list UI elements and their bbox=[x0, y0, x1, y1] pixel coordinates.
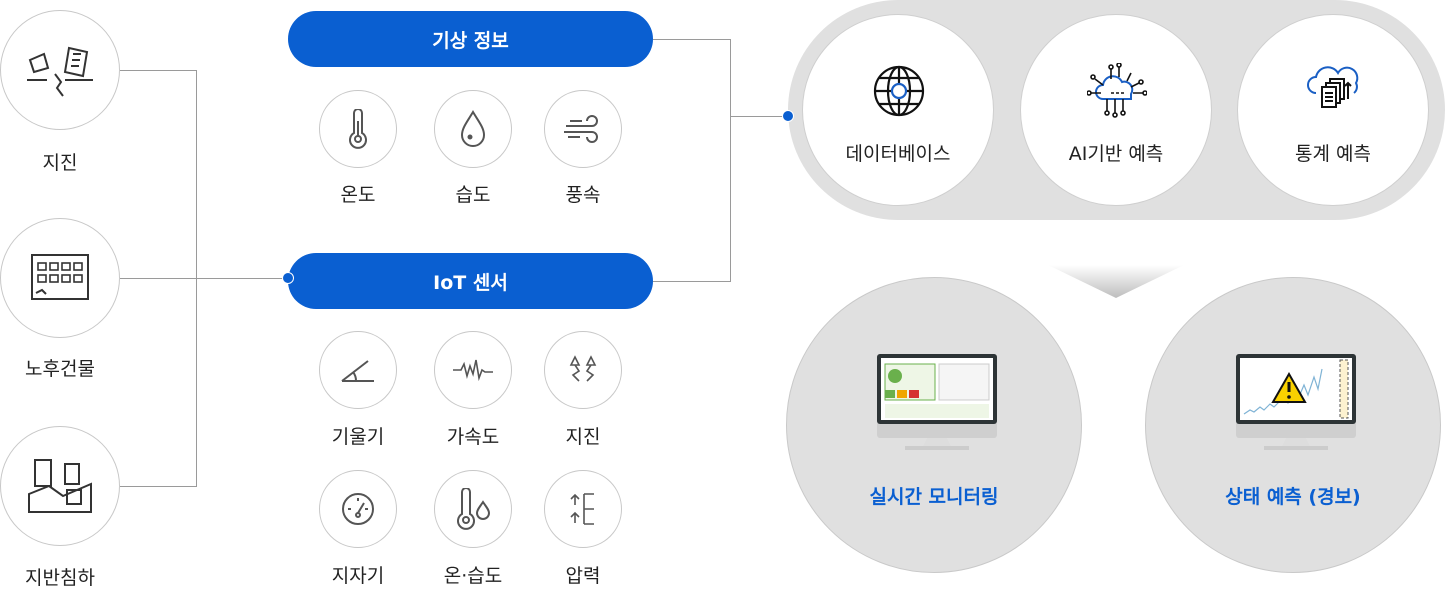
weather-item bbox=[319, 90, 397, 168]
globe-database-icon bbox=[873, 65, 925, 117]
weather-label: 풍속 bbox=[565, 184, 601, 206]
hazard-ground-subsidence bbox=[0, 426, 120, 546]
output-state-prediction-alert: 상태 예측 (경보) bbox=[1145, 277, 1441, 573]
seismic-icon bbox=[569, 355, 597, 382]
ground-subsidence-icon bbox=[28, 459, 92, 513]
cloud-documents-icon bbox=[1307, 66, 1359, 108]
tilt-angle-icon bbox=[341, 360, 374, 382]
iot-item bbox=[434, 470, 512, 548]
connector-dot bbox=[782, 110, 794, 122]
iot-item bbox=[319, 470, 397, 548]
hazard-earthquake bbox=[0, 10, 120, 130]
hazard-label: 노후건물 bbox=[25, 358, 95, 380]
analysis-ai-prediction: AI기반 예측 bbox=[1020, 14, 1212, 206]
analysis-label: AI기반 예측 bbox=[1068, 143, 1164, 165]
iot-sensor-header: IoT 센서 bbox=[288, 253, 653, 309]
connector-line bbox=[730, 39, 731, 282]
iot-item bbox=[434, 331, 512, 409]
thermo-humidity-icon bbox=[457, 488, 491, 530]
droplet-icon bbox=[460, 110, 486, 147]
weather-item bbox=[544, 90, 622, 168]
analysis-statistical-prediction: 통계 예측 bbox=[1237, 14, 1429, 206]
down-arrow-icon bbox=[1048, 265, 1184, 298]
analysis-database: 데이터베이스 bbox=[802, 14, 994, 206]
connector-line bbox=[653, 39, 730, 40]
iot-item bbox=[544, 470, 622, 548]
gauge-icon bbox=[342, 493, 374, 525]
connector-line bbox=[120, 486, 196, 487]
weather-item bbox=[434, 90, 512, 168]
analysis-label: 데이터베이스 bbox=[845, 143, 951, 165]
thermometer-icon bbox=[349, 109, 367, 149]
connector-line bbox=[120, 278, 290, 279]
pressure-icon bbox=[570, 493, 594, 525]
hazard-old-building bbox=[0, 218, 120, 338]
monitor-dashboard-icon bbox=[877, 354, 997, 450]
iot-label: 압력 bbox=[565, 565, 601, 587]
weather-info-header: 기상 정보 bbox=[288, 11, 653, 67]
connector-line bbox=[653, 281, 730, 282]
hazard-label: 지진 bbox=[42, 152, 78, 174]
connector-dot bbox=[282, 272, 294, 284]
iot-item bbox=[544, 331, 622, 409]
monitor-warning-icon bbox=[1236, 354, 1356, 450]
iot-item bbox=[319, 331, 397, 409]
ai-cloud-icon bbox=[1087, 63, 1147, 118]
connector-line bbox=[120, 70, 196, 71]
wind-icon bbox=[564, 115, 598, 143]
waveform-icon bbox=[453, 359, 493, 382]
analysis-label: 통계 예측 bbox=[1295, 143, 1371, 165]
iot-label: 지진 bbox=[565, 426, 601, 448]
old-building-icon bbox=[31, 254, 89, 300]
output-realtime-monitoring: 실시간 모니터링 bbox=[786, 277, 1082, 573]
connector-line bbox=[730, 116, 788, 117]
earthquake-icon bbox=[27, 46, 93, 97]
output-label: 상태 예측 (경보) bbox=[1225, 486, 1361, 508]
output-label: 실시간 모니터링 bbox=[869, 486, 999, 508]
